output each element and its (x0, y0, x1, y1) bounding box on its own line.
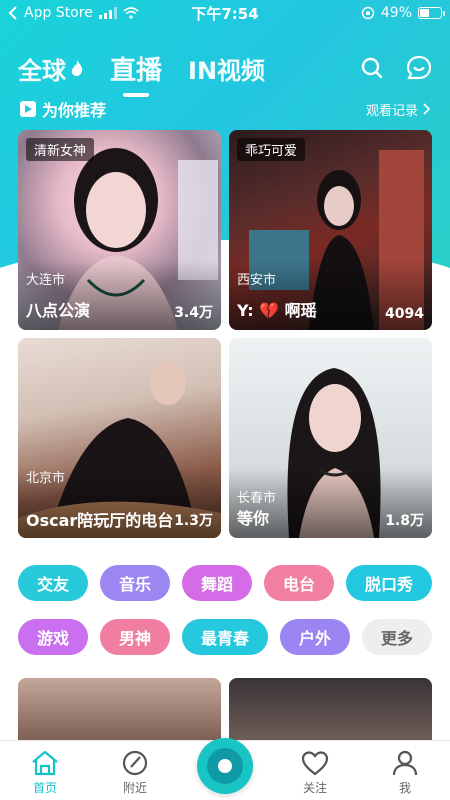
chip-row-2: 游戏 男神 最青春 户外 更多 (18, 619, 432, 655)
viewer-count: 1.8万 (385, 513, 424, 529)
card-city: 长春市 (237, 491, 277, 506)
chip-friends[interactable]: 交友 (18, 565, 88, 601)
live-card[interactable]: 北京市 Oscar陪玩厅的电台 1.3万 (18, 338, 221, 538)
card-city: 西安市 (237, 273, 277, 288)
card-title: Y: 💔 啊瑶 (237, 301, 317, 320)
chip-outdoor[interactable]: 户外 (280, 619, 350, 655)
card-title: 八点公演 (26, 301, 91, 320)
viewer-count: 3.4万 (174, 305, 213, 321)
user-icon (392, 750, 418, 776)
heart-icon (301, 751, 329, 776)
signal-icon (98, 7, 117, 19)
tab-me-label: 我 (398, 781, 411, 795)
wifi-icon (123, 7, 139, 19)
tab-global[interactable]: 全球 (18, 51, 84, 86)
play-badge-icon (20, 101, 36, 117)
status-bar: App Store 下午7:54 49% (0, 0, 450, 26)
go-live-button[interactable] (197, 738, 253, 794)
tab-following[interactable]: 关注 (270, 749, 360, 800)
chip-games[interactable]: 游戏 (18, 619, 88, 655)
tab-home-label: 首页 (32, 781, 57, 795)
battery-percent: 49% (380, 5, 412, 21)
orientation-lock-icon (361, 6, 375, 20)
live-card[interactable]: 乖巧可爱 西安市 Y: 💔 啊瑶 4094 (229, 130, 432, 330)
card-tag: 乖巧可爱 (237, 138, 306, 161)
tab-global-label: 全球 (18, 56, 66, 85)
top-nav: 全球 直播 IN视频 (0, 44, 450, 92)
tab-nearby[interactable]: 附近 (90, 749, 180, 800)
tab-live[interactable]: 直播 (110, 50, 162, 87)
chip-talk-show[interactable]: 脱口秀 (346, 565, 432, 601)
tab-following-label: 关注 (302, 781, 327, 795)
card-tag: 清新女神 (26, 138, 95, 161)
live-card[interactable]: 长春市 等你 1.8万 (229, 338, 432, 538)
next-cards-row (18, 678, 432, 742)
chip-dance[interactable]: 舞蹈 (182, 565, 252, 601)
record-icon (218, 759, 232, 773)
live-card-partial[interactable] (229, 678, 432, 742)
battery-icon (418, 7, 445, 19)
message-icon[interactable] (406, 55, 432, 81)
recommend-title: 为你推荐 (20, 97, 106, 121)
card-title: Oscar陪玩厅的电台 (26, 511, 174, 530)
card-city: 大连市 (26, 273, 66, 288)
search-icon[interactable] (360, 56, 384, 80)
viewer-count: 1.3万 (174, 513, 213, 529)
chip-radio[interactable]: 电台 (264, 565, 334, 601)
live-card-grid: 清新女神 大连市 八点公演 3.4万 乖巧可爱 西安市 Y: 💔 啊瑶 4094 (18, 130, 432, 538)
watch-history-link[interactable]: 观看记录 (366, 100, 430, 119)
live-card[interactable]: 清新女神 大连市 八点公演 3.4万 (18, 130, 221, 330)
tab-live-label: 直播 (110, 55, 163, 86)
tab-nearby-label: 附近 (122, 781, 147, 795)
category-chips: 交友 音乐 舞蹈 电台 脱口秀 游戏 男神 最青春 户外 更多 (18, 565, 432, 673)
recommend-title-text: 为你推荐 (42, 101, 107, 120)
viewer-count: 4094 (385, 306, 424, 322)
watch-history-label: 观看记录 (365, 103, 418, 119)
tab-in-video-label: IN视频 (188, 56, 266, 85)
chip-male-idol[interactable]: 男神 (100, 619, 170, 655)
home-icon (32, 750, 58, 776)
chip-youth[interactable]: 最青春 (182, 619, 268, 655)
live-card-partial[interactable] (18, 678, 221, 742)
fire-icon (71, 60, 83, 76)
chevron-right-icon (423, 103, 430, 115)
bottom-tab-bar: 首页 附近 关注 我 (0, 738, 450, 800)
chip-music[interactable]: 音乐 (100, 565, 170, 601)
card-city: 北京市 (26, 471, 66, 486)
tab-me[interactable]: 我 (360, 749, 450, 800)
back-arrow-icon (8, 6, 17, 20)
card-title: 等你 (237, 509, 270, 528)
tab-home[interactable]: 首页 (0, 749, 90, 800)
status-left[interactable]: App Store (8, 5, 139, 21)
back-app-label: App Store (24, 5, 93, 21)
recommend-header: 为你推荐 观看记录 (0, 96, 450, 122)
compass-icon (122, 750, 148, 776)
tab-in-video[interactable]: IN视频 (188, 51, 265, 86)
chip-more[interactable]: 更多 (362, 619, 432, 655)
status-right: 49% (361, 5, 445, 21)
go-live-inner (207, 748, 243, 784)
chip-row-1: 交友 音乐 舞蹈 电台 脱口秀 (18, 565, 432, 601)
